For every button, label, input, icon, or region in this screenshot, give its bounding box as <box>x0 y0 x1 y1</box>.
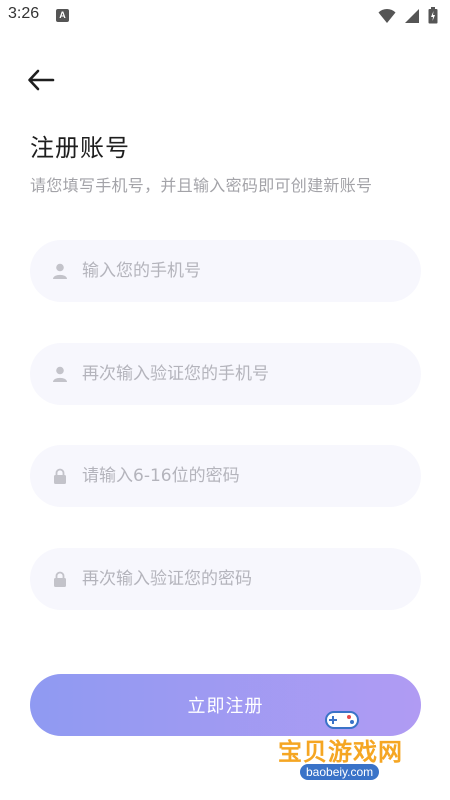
arrow-left-icon <box>28 69 55 91</box>
back-button[interactable] <box>26 66 56 94</box>
phone-input[interactable] <box>82 240 401 302</box>
user-icon <box>52 263 68 279</box>
password-field[interactable] <box>30 445 421 507</box>
user-icon <box>52 366 68 382</box>
wifi-icon <box>378 8 396 23</box>
status-icons <box>378 7 438 24</box>
page-title: 注册账号 <box>30 134 130 162</box>
lock-icon <box>52 571 68 587</box>
password-confirm-field[interactable] <box>30 548 421 610</box>
signal-icon <box>405 8 419 23</box>
password-input[interactable] <box>82 445 401 507</box>
password-confirm-input[interactable] <box>82 548 401 610</box>
page-subtitle: 请您填写手机号，并且输入密码即可创建新账号 <box>30 176 373 195</box>
watermark-text: 宝贝游戏网 <box>278 738 403 766</box>
watermark-logo: 宝贝游戏网 baobeiy.com <box>274 706 420 798</box>
notification-badge-icon: A <box>56 9 69 22</box>
phone-field[interactable] <box>30 240 421 302</box>
battery-icon <box>428 7 438 24</box>
watermark-url: baobeiy.com <box>300 764 380 780</box>
phone-confirm-field[interactable] <box>30 343 421 405</box>
lock-icon <box>52 468 68 484</box>
gamepad-icon <box>325 711 359 729</box>
phone-confirm-input[interactable] <box>82 343 401 405</box>
status-time: 3:26 <box>8 5 40 22</box>
status-bar: 3:26 A <box>0 0 450 32</box>
